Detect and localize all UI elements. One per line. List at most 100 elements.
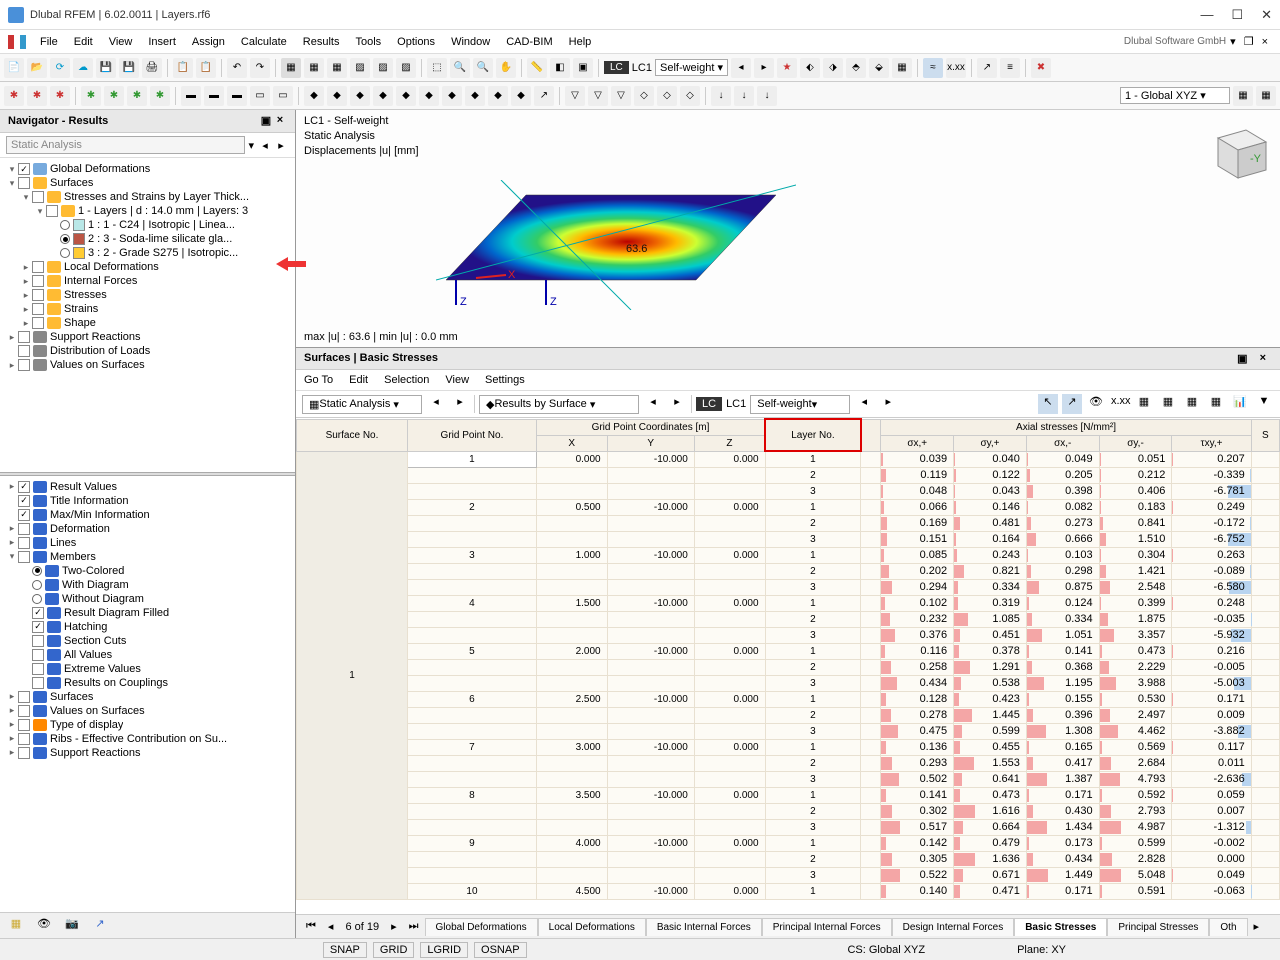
- m4-icon[interactable]: ▭: [250, 86, 270, 106]
- redo-icon[interactable]: ↷: [250, 58, 270, 78]
- chevron-down-icon[interactable]: ▾: [245, 139, 257, 152]
- menu-edit[interactable]: Edit: [66, 36, 101, 48]
- table-row[interactable]: 20.1190.1220.2050.212-0.339: [297, 467, 1280, 483]
- ld3-icon[interactable]: ↓: [757, 86, 777, 106]
- tree-item[interactable]: ▾Surfaces: [2, 176, 293, 190]
- ld2-icon[interactable]: ↓: [734, 86, 754, 106]
- cs-select[interactable]: 1 - Global XYZ ▾: [1120, 87, 1230, 104]
- tree-item[interactable]: ▸Result Values: [2, 480, 293, 494]
- col-gridpoint[interactable]: Grid Point No.: [407, 419, 536, 451]
- t2-icon[interactable]: ⬗: [823, 58, 843, 78]
- sup3-icon[interactable]: ▽: [611, 86, 631, 106]
- results-table[interactable]: Surface No. Grid Point No. Grid Point Co…: [296, 418, 1280, 900]
- sup1-icon[interactable]: ▽: [565, 86, 585, 106]
- m1-icon[interactable]: ▬: [181, 86, 201, 106]
- tree-item[interactable]: ▸Values on Surfaces: [2, 358, 293, 372]
- nav-close-icon[interactable]: ×: [273, 114, 287, 128]
- tree-item[interactable]: With Diagram: [2, 578, 293, 592]
- p3-icon[interactable]: ◆: [350, 86, 370, 106]
- saveall-icon[interactable]: 💾: [119, 58, 139, 78]
- tbl-prev1-icon[interactable]: ◂: [426, 394, 446, 414]
- grid2-icon[interactable]: ▨: [373, 58, 393, 78]
- g1-icon[interactable]: ✱: [81, 86, 101, 106]
- col-txy+[interactable]: τxy,+: [1172, 435, 1251, 451]
- menu-results[interactable]: Results: [295, 36, 348, 48]
- s1-icon[interactable]: ✱: [4, 86, 24, 106]
- tree-item[interactable]: ▸Internal Forces: [2, 274, 293, 288]
- zoom-icon[interactable]: 🔍: [450, 58, 470, 78]
- table-close-icon[interactable]: ×: [1254, 352, 1272, 365]
- star-icon[interactable]: ★: [777, 58, 797, 78]
- col-z[interactable]: Z: [694, 435, 765, 451]
- r1-icon[interactable]: ↗: [977, 58, 997, 78]
- tree-item[interactable]: ▾1 - Layers | d : 14.0 mm | Layers: 3: [2, 204, 293, 218]
- table2-icon[interactable]: ▦: [304, 58, 324, 78]
- tbl-tool2-icon[interactable]: ↗: [1062, 394, 1082, 414]
- col-sy+[interactable]: σy,+: [954, 435, 1027, 451]
- next-lc-icon[interactable]: ▸: [754, 58, 774, 78]
- tab-last-icon[interactable]: ⏭: [403, 920, 425, 933]
- menu-cadbim[interactable]: CAD-BIM: [498, 36, 560, 48]
- table-results-select[interactable]: ◆ Results by Surface ▾: [479, 395, 639, 414]
- sup2-icon[interactable]: ▽: [588, 86, 608, 106]
- tm-view[interactable]: View: [445, 374, 469, 386]
- tree-item[interactable]: Result Diagram Filled: [2, 606, 293, 620]
- zoom2-icon[interactable]: 🔍: [473, 58, 493, 78]
- table-row[interactable]: 30.5020.6411.3874.793-2.636: [297, 771, 1280, 787]
- table-tab[interactable]: Principal Internal Forces: [762, 918, 892, 936]
- table-row[interactable]: 20.2581.2910.3682.229-0.005: [297, 659, 1280, 675]
- tree-item[interactable]: ▾Members: [2, 550, 293, 564]
- table-row[interactable]: 20.3051.6360.4342.8280.000: [297, 851, 1280, 867]
- cs2-icon[interactable]: ▦: [1256, 86, 1276, 106]
- open-icon[interactable]: 📂: [27, 58, 47, 78]
- col-sx-[interactable]: σx,-: [1026, 435, 1099, 451]
- nav-next-icon[interactable]: ▸: [273, 139, 289, 152]
- tbl-next3-icon[interactable]: ▸: [878, 394, 898, 414]
- table-analysis-select[interactable]: ▦ Static Analysis ▾: [302, 395, 422, 414]
- menu-calculate[interactable]: Calculate: [233, 36, 295, 48]
- tree-item[interactable]: Extreme Values: [2, 662, 293, 676]
- view-icon[interactable]: ▣: [573, 58, 593, 78]
- cloud-icon[interactable]: ☁: [73, 58, 93, 78]
- colgroup-stresses[interactable]: Axial stresses [N/mm²]: [881, 419, 1251, 435]
- tree-item[interactable]: ▸Support Reactions: [2, 746, 293, 760]
- nav-chart-icon[interactable]: ↗: [90, 917, 110, 935]
- col-layer[interactable]: Layer No.: [765, 419, 861, 451]
- p10-icon[interactable]: ◆: [511, 86, 531, 106]
- p9-icon[interactable]: ◆: [488, 86, 508, 106]
- table-row[interactable]: 30.3760.4511.0513.357-5.932: [297, 627, 1280, 643]
- m3-icon[interactable]: ▬: [227, 86, 247, 106]
- table-row[interactable]: 20.1690.4810.2730.841-0.172: [297, 515, 1280, 531]
- table-row[interactable]: 41.500-10.0000.00010.1020.3190.1240.3990…: [297, 595, 1280, 611]
- tree-item[interactable]: Title Information: [2, 494, 293, 508]
- tree-item[interactable]: ▸Strains: [2, 302, 293, 316]
- print-icon[interactable]: 🖨: [142, 58, 162, 78]
- table-row[interactable]: 31.000-10.0000.00010.0850.2430.1030.3040…: [297, 547, 1280, 563]
- tbl-next1-icon[interactable]: ▸: [450, 394, 470, 414]
- sb-osnap[interactable]: OSNAP: [474, 942, 527, 958]
- m5-icon[interactable]: ▭: [273, 86, 293, 106]
- paste-icon[interactable]: 📋: [196, 58, 216, 78]
- tbl-prev2-icon[interactable]: ◂: [643, 394, 663, 414]
- mdi-minimize-icon[interactable]: ▾: [1226, 35, 1240, 48]
- nav-prev-icon[interactable]: ◂: [257, 139, 273, 152]
- table-tab[interactable]: Basic Internal Forces: [646, 918, 762, 936]
- p1-icon[interactable]: ◆: [304, 86, 324, 106]
- table-icon[interactable]: ▦: [281, 58, 301, 78]
- nav-data-icon[interactable]: ▦: [6, 917, 26, 935]
- table-row[interactable]: 20.2781.4450.3962.4970.009: [297, 707, 1280, 723]
- val-icon[interactable]: x.xx: [946, 58, 966, 78]
- p6-icon[interactable]: ◆: [419, 86, 439, 106]
- s2-icon[interactable]: ✱: [27, 86, 47, 106]
- prev-lc-icon[interactable]: ◂: [731, 58, 751, 78]
- tree-item[interactable]: Without Diagram: [2, 592, 293, 606]
- table-row[interactable]: 30.5170.6641.4344.987-1.312: [297, 819, 1280, 835]
- r2-icon[interactable]: ≡: [1000, 58, 1020, 78]
- table-row[interactable]: 30.1510.1640.6661.510-6.752: [297, 531, 1280, 547]
- tree-item[interactable]: Hatching: [2, 620, 293, 634]
- table3-icon[interactable]: ▦: [327, 58, 347, 78]
- tree-item[interactable]: 2 : 3 - Soda-lime silicate gla...: [2, 232, 293, 246]
- p2-icon[interactable]: ◆: [327, 86, 347, 106]
- tree-item[interactable]: ▸Support Reactions: [2, 330, 293, 344]
- tbl-next2-icon[interactable]: ▸: [667, 394, 687, 414]
